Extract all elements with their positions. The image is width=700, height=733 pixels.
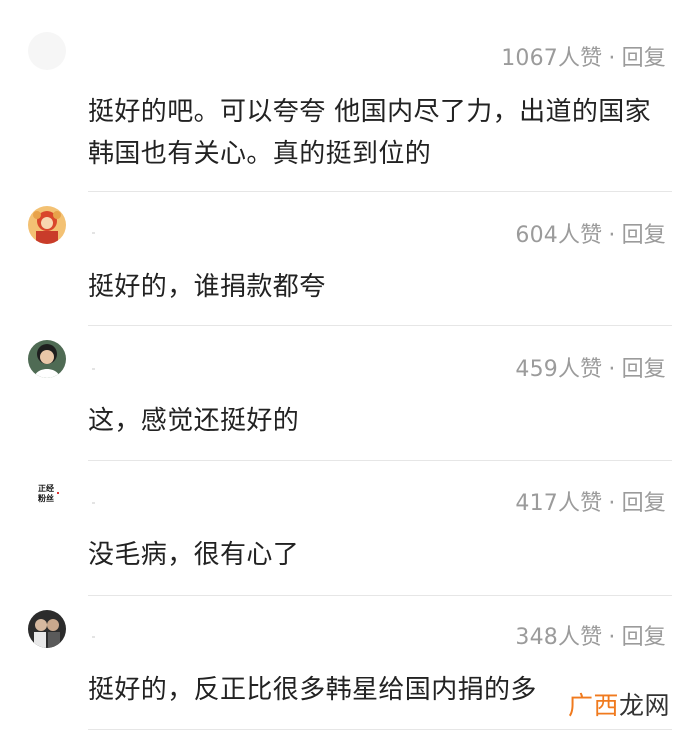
avatar[interactable] (28, 32, 66, 70)
avatar-dot (57, 492, 59, 494)
comment-meta: 348人赞 · 回复 (515, 619, 666, 651)
separator: · (608, 491, 616, 516)
like-count[interactable]: 348人赞 (515, 625, 602, 650)
avatar-text-line-1: 正经 (38, 484, 54, 493)
watermark-part-1: 广西 (568, 691, 620, 720)
avatar[interactable] (28, 340, 66, 378)
reply-button[interactable]: 回复 (622, 625, 666, 650)
separator: · (608, 625, 616, 650)
like-count[interactable]: 417人赞 (515, 491, 602, 516)
comment-meta: 459人赞 · 回复 (515, 351, 666, 383)
avatar[interactable] (28, 610, 66, 648)
separator: · (608, 223, 616, 248)
divider (88, 325, 672, 326)
like-count[interactable]: 604人赞 (515, 223, 602, 248)
comment-meta: 1067人赞 · 回复 (501, 40, 666, 72)
username-placeholder (92, 636, 95, 638)
comment-text: 挺好的吧。可以夸夸 他国内尽了力，出道的国家韩国也有关心。真的挺到位的 (88, 97, 652, 169)
avatar[interactable] (28, 206, 66, 244)
avatar-text-line-2: 粉丝 (38, 494, 54, 503)
divider (88, 729, 672, 730)
separator: · (608, 46, 616, 71)
divider (88, 460, 672, 461)
separator: · (608, 357, 616, 382)
reply-button[interactable]: 回复 (622, 223, 666, 248)
username-placeholder (92, 502, 95, 504)
divider (88, 191, 672, 192)
comment-meta: 604人赞 · 回复 (515, 217, 666, 249)
reply-button[interactable]: 回复 (622, 357, 666, 382)
reply-button[interactable]: 回复 (622, 46, 666, 71)
username-placeholder (92, 232, 95, 234)
comment-text: 没毛病，很有心了 (88, 540, 300, 570)
comment-text: 这，感觉还挺好的 (88, 406, 300, 436)
like-count[interactable]: 1067人赞 (501, 46, 602, 71)
avatar-image (28, 206, 66, 244)
reply-button[interactable]: 回复 (622, 491, 666, 516)
username-placeholder (92, 368, 95, 370)
avatar[interactable]: 正经 粉丝 (28, 475, 66, 513)
like-count[interactable]: 459人赞 (515, 357, 602, 382)
avatar-image (28, 610, 66, 648)
comment-meta: 417人赞 · 回复 (515, 485, 666, 517)
watermark-part-2: 龙网 (619, 691, 671, 720)
divider (88, 595, 672, 596)
comment-text: 挺好的，谁捐款都夸 (88, 272, 326, 302)
watermark: 广西龙网 (568, 686, 670, 722)
avatar-image (28, 340, 66, 378)
